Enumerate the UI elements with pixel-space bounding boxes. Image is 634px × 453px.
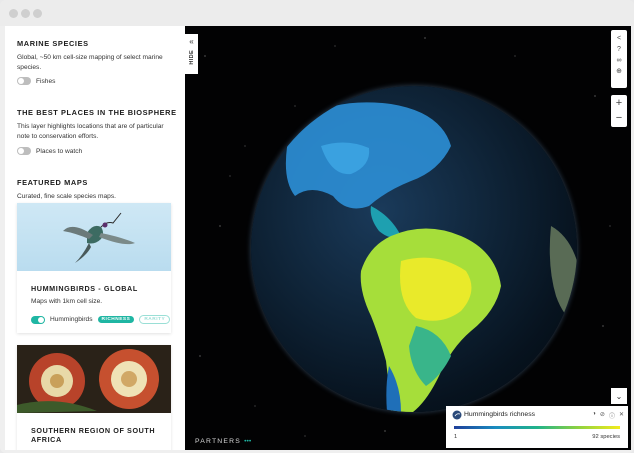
partners-label: PARTNERS [195,438,241,445]
featured-maps-section: FEATURED MAPS Curated, fine scale specie… [17,178,177,202]
fishes-layer-toggle-row[interactable]: Fishes [17,77,55,85]
marine-species-title: MARINE SPECIES [17,39,89,48]
hide-label: HIDE [188,50,195,65]
zoom-out-icon[interactable]: − [616,111,622,126]
legend-panel: Hummingbirds richness ◑ ⊘ ⓘ ✕ 1 92 speci… [446,406,628,448]
partners-link[interactable]: PARTNERS ••• [195,438,251,445]
biosphere-section: THE BEST PLACES IN THE BIOSPHERE This la… [17,108,177,142]
location-icon[interactable]: ⊕ [616,66,622,77]
protea-flowers-image [17,345,171,413]
map-tools-panel: < ? ∞ ⊕ [611,30,627,88]
biosphere-title: THE BEST PLACES IN THE BIOSPHERE [17,108,177,117]
visibility-icon[interactable]: ⊘ [600,411,605,420]
legend-max-value: 92 species [592,434,620,440]
collapse-legend-button[interactable]: ⌄ [611,388,627,404]
featured-maps-title: FEATURED MAPS [17,178,88,187]
south-africa-card-title: SOUTHERN REGION OF SOUTH AFRICA [31,426,156,444]
chevron-double-down-icon: ⌄ [615,391,623,401]
window-close-dot[interactable] [9,9,18,18]
hummingbirds-layer-row: Hummingbirds RICHNESS RARITY [31,315,171,324]
hummingbirds-toggle-label: Hummingbirds [50,316,93,323]
marine-species-description: Global, ~50 km cell-size mapping of sele… [17,54,163,71]
window-minimize-dot[interactable] [21,9,30,18]
help-icon[interactable]: ? [617,44,621,55]
globe-map [285,102,577,412]
sidebar: MARINE SPECIES Global, ~50 km cell-size … [5,26,185,450]
marine-species-section: MARINE SPECIES Global, ~50 km cell-size … [17,39,177,73]
places-to-watch-toggle[interactable] [17,147,31,155]
rarity-pill[interactable]: RARITY [139,315,171,324]
globe[interactable] [251,86,577,412]
places-to-watch-toggle-row[interactable]: Places to watch [17,147,82,155]
partners-dots: ••• [244,438,252,445]
biosphere-description: This layer highlights locations that are… [17,123,164,140]
legend-actions: ◑ ⊘ ⓘ ✕ [592,411,624,420]
featured-card-hummingbirds[interactable]: HUMMINGBIRDS - GLOBAL Maps with 1km cell… [17,203,171,333]
hummingbirds-card-title: HUMMINGBIRDS - GLOBAL [31,284,138,293]
window-maximize-dot[interactable] [33,9,42,18]
hummingbird-image [17,203,171,271]
hummingbird-legend-icon [452,410,462,420]
hide-sidebar-tab[interactable]: « HIDE [185,34,198,74]
featured-card-south-africa[interactable]: SOUTHERN REGION OF SOUTH AFRICA [17,345,171,450]
browser-window: MARINE SPECIES Global, ~50 km cell-size … [0,0,634,453]
hummingbirds-card-description: Maps with 1km cell size. [31,298,103,305]
legend-title: Hummingbirds richness [464,411,536,418]
app-content: MARINE SPECIES Global, ~50 km cell-size … [5,26,631,450]
fishes-toggle-label: Fishes [36,77,56,85]
info-icon[interactable]: ⓘ [609,411,615,420]
richness-color-scale [454,426,620,429]
opacity-icon[interactable]: ◑ [592,411,596,420]
zoom-controls: + − [611,95,627,127]
featured-maps-description: Curated, fine scale species maps. [17,193,116,200]
fishes-toggle[interactable] [17,77,31,85]
places-to-watch-label: Places to watch [36,147,83,155]
binoculars-icon[interactable]: ∞ [617,55,622,66]
share-icon[interactable]: < [617,33,621,44]
close-icon[interactable]: ✕ [619,411,624,420]
richness-pill[interactable]: RICHNESS [97,316,135,323]
window-titlebar [0,0,634,26]
zoom-in-icon[interactable]: + [616,96,622,111]
chevron-double-left-icon: « [189,37,194,46]
hummingbirds-toggle[interactable] [31,315,45,324]
legend-min-value: 1 [454,434,458,440]
